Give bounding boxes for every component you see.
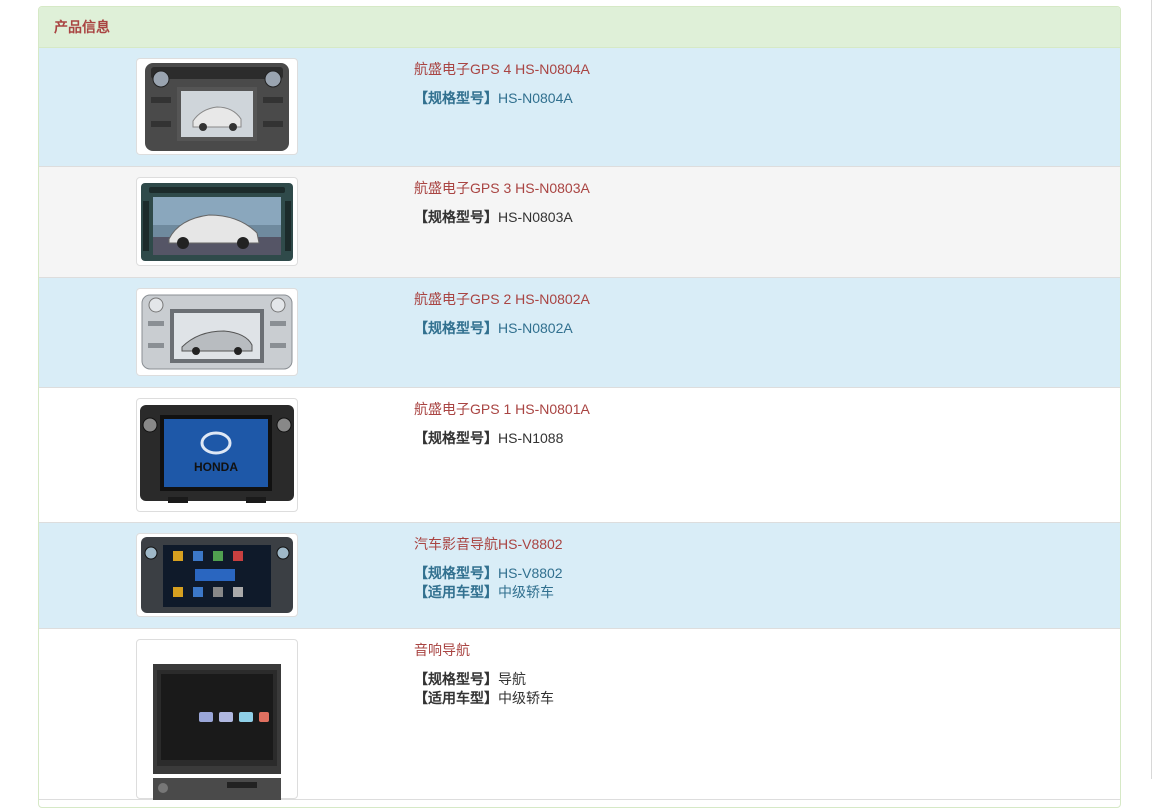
vehicle-line: 【适用车型】中级轿车 xyxy=(414,689,554,708)
product-info: 航盛电子GPS 2 HS-N0802A 【规格型号】HS-N0802A xyxy=(414,290,590,338)
svg-text:HONDA: HONDA xyxy=(194,460,238,474)
spec-label: 【规格型号】 xyxy=(414,90,498,106)
product-title[interactable]: 汽车影音导航HS-V8802 xyxy=(414,535,563,553)
panel-heading: 产品信息 xyxy=(39,7,1120,48)
spec-line: 【规格型号】HS-N0804A xyxy=(414,89,590,108)
product-info: 航盛电子GPS 4 HS-N0804A 【规格型号】HS-N0804A xyxy=(414,60,590,108)
vehicle-label: 【适用车型】 xyxy=(414,584,498,600)
spec-line: 【规格型号】HS-N0803A xyxy=(414,208,590,227)
vehicle-value: 中级轿车 xyxy=(498,584,554,600)
spec-label: 【规格型号】 xyxy=(414,320,498,336)
spec-value: 导航 xyxy=(498,671,526,687)
car-dvd-gps-unit-image xyxy=(145,62,289,151)
spec-value: HS-V8802 xyxy=(498,565,563,581)
product-image-thumbnail[interactable] xyxy=(136,177,298,266)
product-row: 汽车影音导航HS-V8802 【规格型号】HS-V8802 【适用车型】中级轿车 xyxy=(39,523,1120,629)
product-info: 航盛电子GPS 3 HS-N0803A 【规格型号】HS-N0803A xyxy=(414,179,590,227)
multimedia-menu-unit-image xyxy=(141,537,293,613)
product-image-thumbnail[interactable]: HONDA xyxy=(136,398,298,512)
product-image-thumbnail[interactable] xyxy=(136,58,298,155)
spec-value: HS-N0804A xyxy=(498,90,573,106)
product-title[interactable]: 航盛电子GPS 1 HS-N0801A xyxy=(414,400,590,418)
car-dvd-gps-unit-image xyxy=(141,294,293,370)
product-row: HONDA 航盛电子GPS 1 HS-N0801A 【规格型号】HS-N1088 xyxy=(39,388,1120,523)
vehicle-line: 【适用车型】中级轿车 xyxy=(414,583,563,602)
flip-screen-unit-image xyxy=(153,664,281,800)
spec-value: HS-N0803A xyxy=(498,209,573,225)
product-image-thumbnail[interactable] xyxy=(136,533,298,617)
spec-value: HS-N0802A xyxy=(498,320,573,336)
spec-label: 【规格型号】 xyxy=(414,209,498,225)
spec-label: 【规格型号】 xyxy=(414,671,498,687)
product-info: 航盛电子GPS 1 HS-N0801A 【规格型号】HS-N1088 xyxy=(414,400,590,448)
car-dvd-gps-unit-image xyxy=(141,182,293,261)
product-info: 汽车影音导航HS-V8802 【规格型号】HS-V8802 【适用车型】中级轿车 xyxy=(414,535,563,602)
product-image-thumbnail[interactable] xyxy=(136,288,298,376)
product-info-panel: 产品信息 航盛电子GPS 4 HS-N0804A 【规格型号】HS-N0804A… xyxy=(38,6,1121,808)
spec-label: 【规格型号】 xyxy=(414,565,498,581)
product-row: 音响导航 【规格型号】导航 【适用车型】中级轿车 xyxy=(39,629,1120,800)
product-title[interactable]: 航盛电子GPS 3 HS-N0803A xyxy=(414,179,590,197)
spec-value: HS-N1088 xyxy=(498,430,564,446)
spec-line: 【规格型号】HS-V8802 xyxy=(414,564,563,583)
spec-line: 【规格型号】HS-N1088 xyxy=(414,429,590,448)
product-info: 音响导航 【规格型号】导航 【适用车型】中级轿车 xyxy=(414,641,554,708)
spec-line: 【规格型号】导航 xyxy=(414,670,554,689)
product-title[interactable]: 航盛电子GPS 4 HS-N0804A xyxy=(414,60,590,78)
product-row: 航盛电子GPS 4 HS-N0804A 【规格型号】HS-N0804A xyxy=(39,48,1120,167)
vehicle-label: 【适用车型】 xyxy=(414,690,498,706)
vehicle-value: 中级轿车 xyxy=(498,690,554,706)
product-title[interactable]: 音响导航 xyxy=(414,641,554,659)
honda-gps-unit-image: HONDA xyxy=(140,405,294,503)
product-row: 航盛电子GPS 2 HS-N0802A 【规格型号】HS-N0802A xyxy=(39,278,1120,388)
spec-label: 【规格型号】 xyxy=(414,430,498,446)
product-title[interactable]: 航盛电子GPS 2 HS-N0802A xyxy=(414,290,590,308)
spec-line: 【规格型号】HS-N0802A xyxy=(414,319,590,338)
product-row: 航盛电子GPS 3 HS-N0803A 【规格型号】HS-N0803A xyxy=(39,167,1120,278)
product-image-thumbnail[interactable] xyxy=(136,639,298,800)
